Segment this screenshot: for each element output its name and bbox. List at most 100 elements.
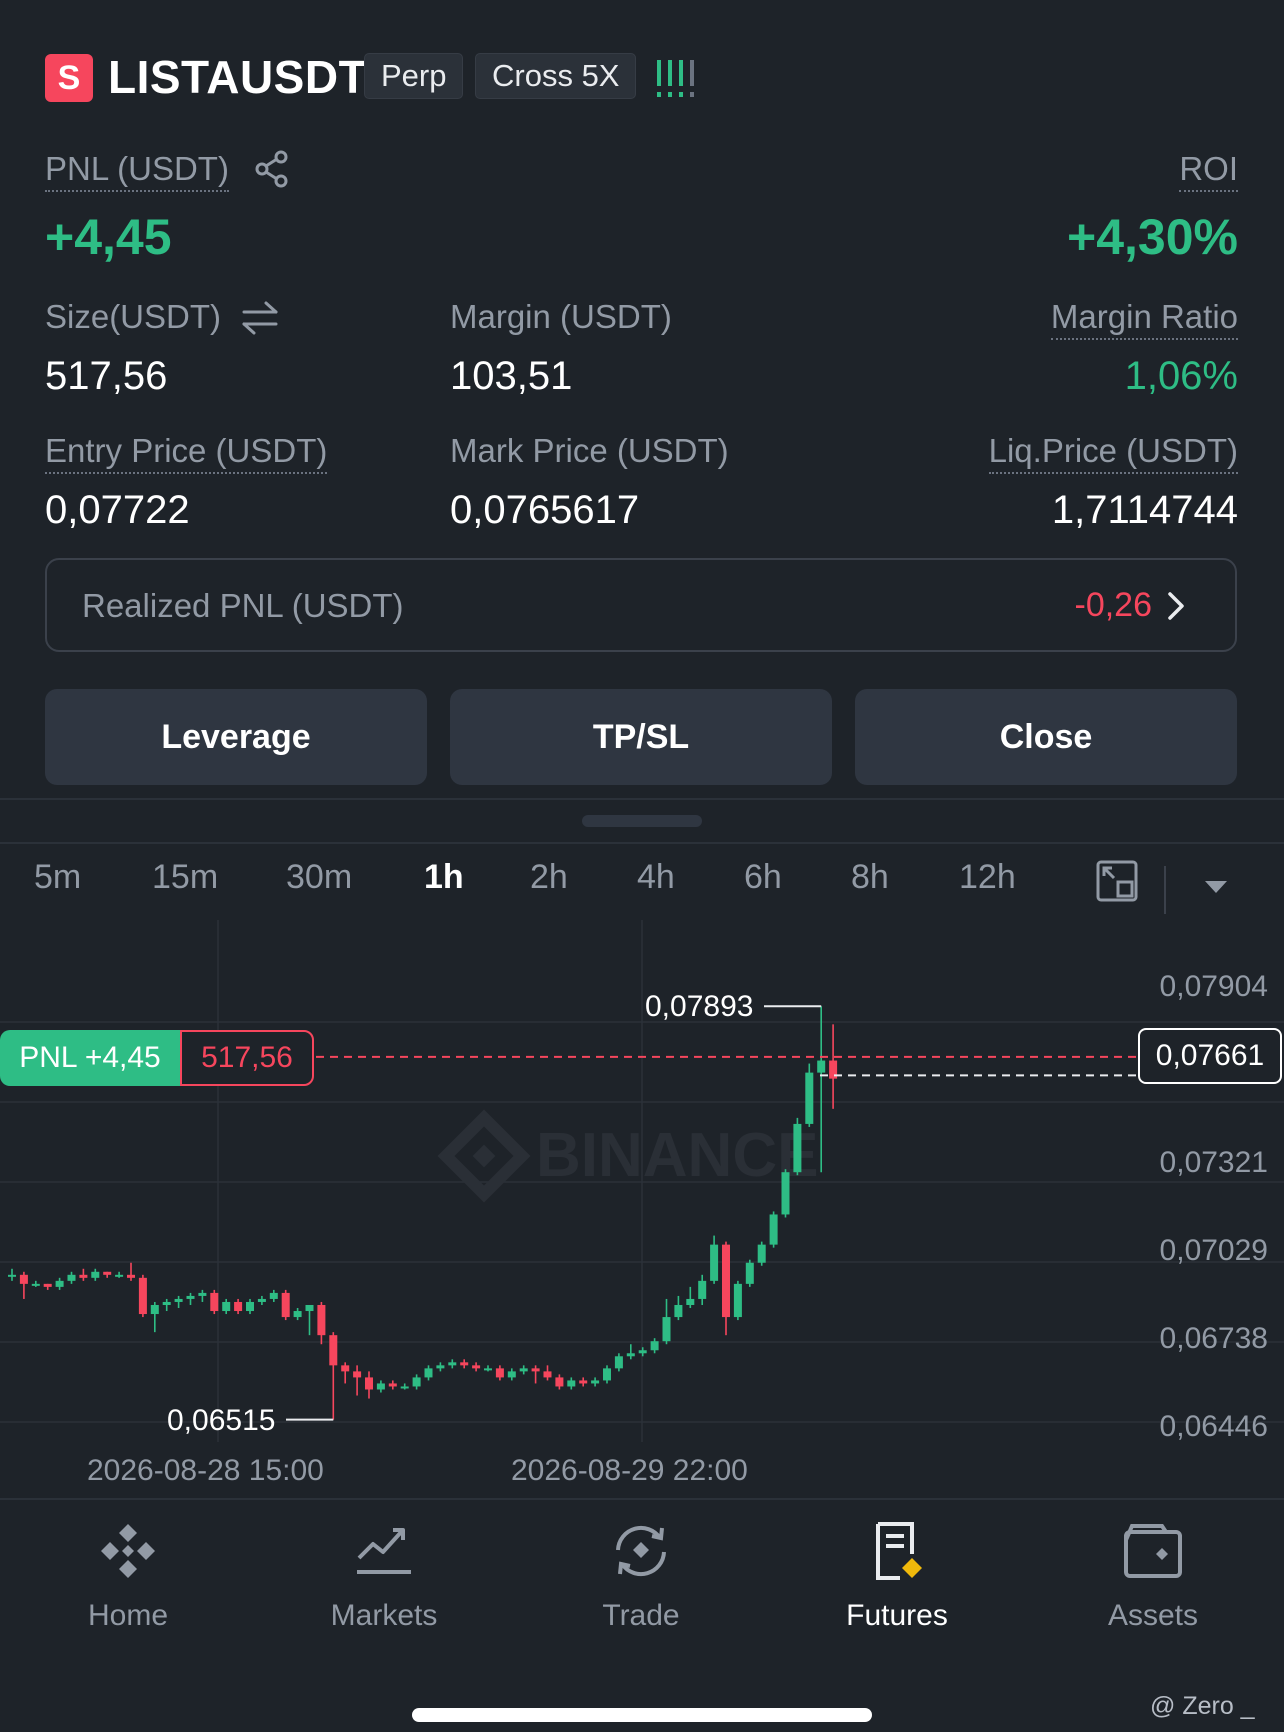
chevron-right-icon	[1164, 590, 1188, 622]
candle-body	[55, 1280, 64, 1287]
fullscreen-icon[interactable]	[1096, 860, 1138, 902]
nav-assets[interactable]: Assets	[1053, 1520, 1253, 1633]
chevron-down-icon[interactable]	[1204, 880, 1228, 894]
candle-body	[79, 1274, 88, 1278]
timeframe-4h[interactable]: 4h	[637, 858, 675, 897]
candle-body	[769, 1214, 778, 1245]
drag-handle[interactable]	[582, 815, 702, 827]
candle-body	[436, 1365, 445, 1369]
timeframe-12h[interactable]: 12h	[959, 858, 1016, 897]
binance-logo-icon	[101, 1524, 155, 1578]
size-label: Size(USDT)	[45, 298, 222, 335]
wallet-icon	[1124, 1524, 1182, 1578]
x-tick-label: 2026-08-28 15:00	[87, 1454, 324, 1487]
realized-pnl-label: Realized PNL (USDT)	[82, 587, 404, 624]
nav-label: Markets	[330, 1599, 438, 1632]
candle-body	[210, 1292, 219, 1312]
futures-doc-icon	[876, 1522, 922, 1580]
candle-body	[638, 1350, 647, 1354]
candle-body	[186, 1295, 195, 1299]
timeframe-6h[interactable]: 6h	[744, 858, 782, 897]
candle-body	[722, 1244, 730, 1318]
timeframe-30m[interactable]: 30m	[286, 858, 352, 897]
candle-body	[460, 1362, 469, 1366]
y-tick-label: 0,06738	[1159, 1322, 1268, 1355]
timeframe-15m[interactable]: 15m	[152, 858, 218, 897]
symbol-title[interactable]: LISTAUSDT	[108, 50, 367, 104]
candle-body	[400, 1386, 409, 1389]
toolbar-divider	[1164, 866, 1166, 914]
candle-body	[317, 1304, 326, 1336]
liq-price-value: 1,7114744	[1051, 488, 1238, 532]
candle-body	[388, 1383, 397, 1387]
entry-price-value: 0,07722	[45, 488, 190, 532]
candle-body	[8, 1274, 16, 1277]
current-price-tag: 0,07661	[1138, 1028, 1282, 1084]
home-indicator[interactable]	[412, 1708, 872, 1722]
candle-body	[376, 1383, 385, 1390]
perp-tag: Perp	[364, 53, 464, 99]
nav-label: Futures	[846, 1599, 948, 1632]
swap-units-icon[interactable]	[240, 300, 280, 336]
candle-body	[710, 1244, 719, 1281]
candlestick-chart[interactable]: BINANCE	[0, 920, 1284, 1460]
candle-body	[662, 1317, 671, 1342]
nav-label: Trade	[602, 1599, 680, 1632]
close-button[interactable]: Close	[855, 689, 1237, 785]
timeframe-1h[interactable]: 1h	[424, 858, 464, 897]
tpsl-button[interactable]: TP/SL	[450, 689, 832, 785]
candle-body	[519, 1368, 528, 1372]
leverage-button[interactable]: Leverage	[45, 689, 427, 785]
candle-body	[67, 1274, 76, 1281]
candle-body	[293, 1311, 302, 1318]
candle-body	[448, 1362, 457, 1366]
candle-body	[484, 1368, 492, 1371]
section-divider	[0, 798, 1284, 800]
candle-body	[341, 1365, 350, 1372]
watermark-text: BINANCE	[536, 1121, 818, 1190]
candle-body	[246, 1301, 254, 1312]
candle-body	[698, 1280, 707, 1299]
y-tick-label: 0,07321	[1159, 1146, 1268, 1179]
margin-mode-tag[interactable]: Cross 5X	[475, 53, 637, 99]
adl-signal-icon	[655, 58, 699, 100]
candle-body	[43, 1283, 52, 1287]
candle-body	[591, 1380, 600, 1384]
nav-futures[interactable]: Futures	[797, 1520, 997, 1633]
timeframe-5m[interactable]: 5m	[34, 858, 81, 897]
candle-body	[531, 1368, 540, 1372]
footer-watermark: @ Zero _	[1150, 1692, 1255, 1720]
nav-home[interactable]: Home	[28, 1520, 228, 1633]
margin-value: 103,51	[450, 354, 573, 398]
candle-body	[495, 1368, 504, 1378]
roi-value: +4,30%	[1067, 209, 1238, 265]
mark-price-label: Mark Price (USDT)	[450, 432, 729, 469]
candle-body	[365, 1377, 373, 1390]
x-tick-label: 2026-08-29 22:00	[511, 1454, 748, 1487]
high-price-label: 0,07893	[645, 990, 754, 1023]
timeframe-8h[interactable]: 8h	[851, 858, 889, 897]
candle-body	[19, 1274, 28, 1284]
share-icon[interactable]	[254, 150, 290, 188]
nav-markets[interactable]: Markets	[284, 1520, 484, 1633]
position-size-tag[interactable]: 517,56	[180, 1030, 314, 1086]
candle-body	[305, 1304, 314, 1312]
candle-body	[412, 1377, 421, 1387]
margin-ratio-label: Margin Ratio	[1050, 298, 1238, 340]
liq-price-label: Liq.Price (USDT)	[988, 432, 1238, 474]
candle-body	[543, 1371, 552, 1378]
entry-price-label: Entry Price (USDT)	[45, 432, 328, 474]
pnl-position-tag[interactable]: PNL +4,45	[0, 1030, 180, 1086]
candle-body	[353, 1371, 362, 1378]
candle-body	[805, 1072, 814, 1124]
nav-trade[interactable]: Trade	[541, 1520, 741, 1633]
section-divider	[0, 842, 1284, 844]
candle-body	[650, 1341, 659, 1351]
candle-body	[281, 1292, 290, 1318]
candle-body	[579, 1380, 588, 1384]
markets-chart-icon	[357, 1528, 411, 1574]
timeframe-2h[interactable]: 2h	[530, 858, 568, 897]
roi-label: ROI	[1179, 150, 1238, 192]
candle-body	[674, 1304, 683, 1318]
candle-body	[257, 1298, 266, 1302]
